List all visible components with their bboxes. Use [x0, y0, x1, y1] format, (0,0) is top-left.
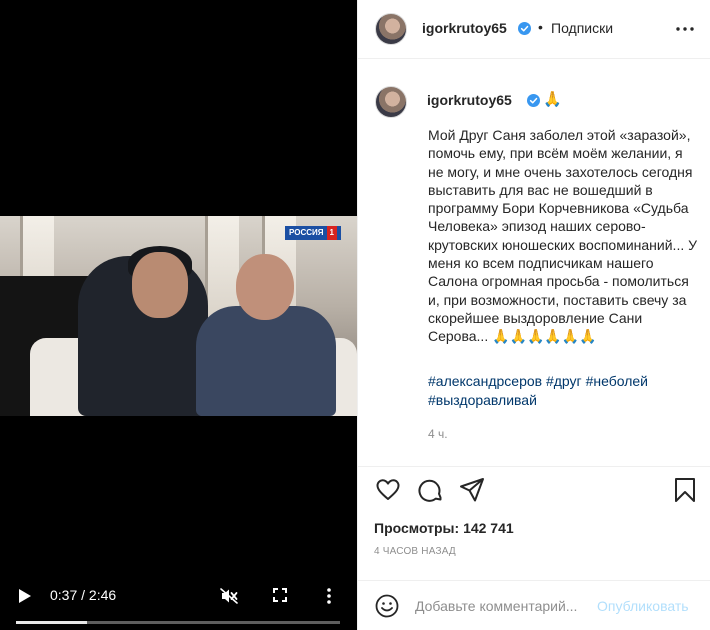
hashtag-link[interactable]: #друг: [546, 373, 582, 389]
video-scene-head: [132, 252, 188, 318]
following-button[interactable]: Подписки: [551, 20, 613, 36]
share-icon[interactable]: [459, 477, 485, 503]
header-separator: •: [538, 19, 543, 35]
video-scene-head: [236, 254, 294, 320]
post-header: igorkrutoy65 • Подписки: [358, 0, 710, 59]
muted-speaker-icon[interactable]: [220, 588, 238, 604]
comment-input[interactable]: [415, 595, 599, 617]
video-player[interactable]: РОССИЯ 1 0:37 / 2:46: [0, 0, 357, 630]
more-options-icon[interactable]: [674, 22, 696, 36]
caption-timestamp[interactable]: 4 ч.: [428, 427, 448, 441]
hashtag-link[interactable]: #выздоравливай: [428, 392, 537, 408]
hashtag-link[interactable]: #александрсеров: [428, 373, 542, 389]
video-frame[interactable]: РОССИЯ 1: [0, 216, 357, 416]
caption-username[interactable]: igorkrutoy65: [427, 92, 512, 108]
video-progress-bar[interactable]: [16, 621, 340, 624]
action-bar: [358, 466, 710, 510]
post-date[interactable]: 4 ЧАСОВ НАЗАД: [374, 546, 456, 557]
verified-badge-icon: [518, 22, 531, 35]
channel-logo-text: РОССИЯ: [289, 228, 324, 237]
publish-button[interactable]: Опубликовать: [597, 598, 689, 614]
caption-text: Мой Друг Саня заболел этой «заразой», по…: [428, 127, 698, 345]
fullscreen-icon[interactable]: [273, 588, 287, 602]
video-scene-person: [196, 306, 336, 416]
heart-icon[interactable]: [375, 477, 401, 503]
comment-form: Опубликовать: [358, 580, 710, 630]
video-time: 0:37 / 2:46: [50, 587, 117, 603]
more-vertical-icon[interactable]: [326, 587, 332, 605]
channel-logo: РОССИЯ 1: [285, 226, 341, 240]
avatar[interactable]: [375, 86, 407, 118]
bookmark-icon[interactable]: [672, 477, 698, 503]
view-count[interactable]: Просмотры: 142 741: [374, 520, 514, 536]
channel-logo-number: 1: [326, 226, 337, 240]
play-icon[interactable]: [18, 588, 32, 604]
comment-icon[interactable]: [418, 477, 444, 503]
hashtag-list: #александрсеров #друг #неболей #выздорав…: [428, 372, 698, 410]
header-username[interactable]: igorkrutoy65: [422, 20, 507, 36]
video-controls: 0:37 / 2:46: [0, 572, 357, 630]
post-caption: igorkrutoy65 🙏 Мой Друг Саня заболел это…: [358, 60, 710, 460]
hashtag-link[interactable]: #неболей: [586, 373, 648, 389]
views-label: Просмотры:: [374, 520, 460, 536]
video-progress-fill: [16, 621, 88, 624]
post-panel: igorkrutoy65 • Подписки igorkrutoy65 🙏 М…: [357, 0, 710, 630]
emoji-icon[interactable]: [375, 594, 399, 618]
caption-emoji: 🙏: [543, 91, 562, 108]
views-value: 142 741: [463, 520, 514, 536]
avatar[interactable]: [375, 13, 407, 45]
verified-badge-icon: [527, 94, 540, 107]
